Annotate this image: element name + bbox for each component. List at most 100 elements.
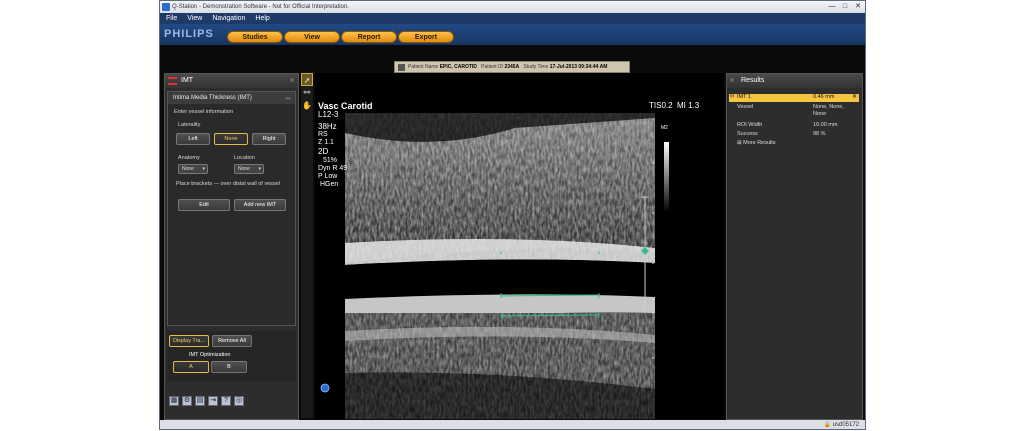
bracket-hint: Place brackets — over distal wall of ves… xyxy=(176,181,280,187)
edit-button[interactable]: Edit xyxy=(178,199,230,211)
imt-section: Intima Media Thickness (IMT) ︽ Enter ves… xyxy=(167,91,296,326)
menu-bar: File View Navigation Help xyxy=(160,13,865,24)
display-trace-button[interactable]: Display Tra... xyxy=(169,335,209,347)
location-dropdown[interactable]: None ▾ xyxy=(234,164,264,174)
imt-panel-title: IMT xyxy=(181,77,194,84)
imt-optimization-label: IMT Optimization xyxy=(189,352,231,358)
imt-panel-header: IMT « xyxy=(165,74,298,88)
save-icon[interactable]: ▦ xyxy=(169,396,179,406)
chevron-down-icon: ▾ xyxy=(202,166,205,172)
result-value: None, None, xyxy=(813,104,844,110)
exit-icon[interactable]: ⇥ xyxy=(208,396,218,406)
laterality-left-button[interactable]: Left xyxy=(176,133,210,145)
zoom-label: Z 1.1 xyxy=(318,139,334,146)
anatomy-label: Anatomy xyxy=(178,155,200,161)
anatomy-value: None xyxy=(182,166,194,172)
hgen-label: HGen xyxy=(320,181,339,188)
result-key: IMT 1 xyxy=(737,94,751,100)
result-key: Success xyxy=(737,131,758,137)
remove-result-icon[interactable]: ✕ xyxy=(852,93,857,100)
tab-view[interactable]: View xyxy=(284,31,340,43)
frame-rate-label: 38Hz xyxy=(318,122,337,131)
imt-section-header: Intima Media Thickness (IMT) ︽ xyxy=(168,92,295,104)
patient-id: 2345A xyxy=(504,64,520,70)
add-new-imt-button[interactable]: Add new IMT xyxy=(234,199,286,211)
remove-all-button[interactable]: Remove All xyxy=(212,335,252,347)
menu-file[interactable]: File xyxy=(166,13,177,24)
tis-mi-label: TIS0.2 MI 1.3 xyxy=(649,101,700,110)
search-icon[interactable]: ◎ xyxy=(234,396,244,406)
tab-export[interactable]: Export xyxy=(398,31,454,43)
result-value: 10.00 mm xyxy=(813,122,838,128)
utility-toolbar: ▦ ⚙ ▤ ⇥ ? ◎ xyxy=(169,396,244,406)
minimize-button[interactable]: — xyxy=(827,2,837,11)
results-title: Results xyxy=(741,77,765,84)
zoom-icon[interactable]: ⚯ xyxy=(301,86,313,99)
imt-bottom-section: Display Tra... Remove All IMT Optimizati… xyxy=(167,331,296,381)
more-results-label: ⊞ More Results xyxy=(737,140,776,146)
result-key: ROI Width xyxy=(737,122,763,128)
menu-help[interactable]: Help xyxy=(255,13,269,24)
results-header: » Results xyxy=(727,74,862,88)
pan-hand-icon[interactable]: ✋ xyxy=(301,99,313,112)
imt-icon xyxy=(168,77,177,85)
current-user: 🔒 usd05172 xyxy=(823,421,859,428)
tab-report[interactable]: Report xyxy=(341,31,397,43)
rs-label: RS xyxy=(318,131,328,138)
window-controls: — □ ✕ xyxy=(827,2,863,11)
title-bar: Q-Station - Demonstration Software - Not… xyxy=(160,1,865,13)
laterality-label: Laterality xyxy=(178,122,201,128)
collapse-left-icon[interactable]: « xyxy=(290,74,294,88)
image-tools: ➚ ⚯ ✋ xyxy=(301,73,313,418)
patient-name: EPIC, CAROTID xyxy=(439,64,477,70)
laterality-none-button[interactable]: None xyxy=(214,133,248,145)
window-title: Q-Station - Demonstration Software - Not… xyxy=(172,4,349,10)
study-time-label: Study Time xyxy=(523,64,549,70)
study-time: 17-Jul-2013 09:34:44 AM xyxy=(549,64,608,70)
result-key: Vessel xyxy=(737,104,754,110)
result-value: 0.46 mm xyxy=(813,94,835,100)
expand-right-icon[interactable]: » xyxy=(730,74,734,88)
enter-vessel-info-label: Enter vessel information xyxy=(174,109,233,115)
m2-label: M2 xyxy=(661,125,668,131)
gain-label: 51% xyxy=(323,157,338,164)
results-panel: » Results ⊟ IMT 1 0.46 mm ✕ Vessel None,… xyxy=(726,73,863,420)
brand-bar: PHILIPS Studies View Report Export xyxy=(160,24,865,45)
optimization-b-button[interactable]: B xyxy=(211,361,247,373)
patient-info-bar: Patient Name EPIC, CAROTID Patient ID 23… xyxy=(394,61,630,73)
orientation-marker-icon xyxy=(320,383,330,393)
disk-icon[interactable]: ▤ xyxy=(195,396,205,406)
ultrasound-image-viewport[interactable]: Vasc Carotid L12-3 38Hz RS Z 1.1 2D 51% … xyxy=(315,73,724,419)
app-window: Q-Station - Demonstration Software - Not… xyxy=(159,0,866,430)
result-value: 98 % xyxy=(813,131,826,137)
laterality-right-button[interactable]: Right xyxy=(252,133,286,145)
grayscale-bar xyxy=(664,142,669,212)
expand-row-icon[interactable]: ⊟ xyxy=(730,93,734,99)
lock-icon: 🔒 xyxy=(823,422,831,428)
probe-label: L12-3 xyxy=(318,110,339,119)
optimization-a-button[interactable]: A xyxy=(173,361,209,373)
menu-navigation[interactable]: Navigation xyxy=(212,13,245,24)
collapse-up-icon[interactable]: ︽ xyxy=(285,92,291,104)
settings-icon[interactable]: ⚙ xyxy=(182,396,192,406)
help-icon[interactable]: ? xyxy=(221,396,231,406)
dyn-range-label: Dyn R 49 xyxy=(318,165,348,172)
imt-panel: IMT « Intima Media Thickness (IMT) ︽ Ent… xyxy=(164,73,299,420)
maximize-button[interactable]: □ xyxy=(840,2,850,11)
philips-logo: PHILIPS xyxy=(164,28,214,40)
status-bar: 🔒 usd05172 xyxy=(160,420,865,429)
anatomy-dropdown[interactable]: None ▾ xyxy=(178,164,208,174)
persistence-label: P Low xyxy=(318,173,338,180)
imt-section-title: Intima Media Thickness (IMT) xyxy=(173,95,252,101)
menu-view[interactable]: View xyxy=(187,13,202,24)
tab-studies[interactable]: Studies xyxy=(227,31,283,43)
patient-name-label: Patient Name xyxy=(408,64,439,70)
location-value: None xyxy=(238,166,250,172)
user-id: usd05172 xyxy=(832,422,859,428)
pointer-icon[interactable]: ➚ xyxy=(301,73,313,86)
close-button[interactable]: ✕ xyxy=(853,2,863,11)
result-row-imt1[interactable]: ⊟ IMT 1 0.46 mm ✕ xyxy=(729,93,859,102)
app-icon xyxy=(162,3,170,11)
result-value: None xyxy=(813,111,827,117)
mode-label: 2D xyxy=(318,147,329,156)
